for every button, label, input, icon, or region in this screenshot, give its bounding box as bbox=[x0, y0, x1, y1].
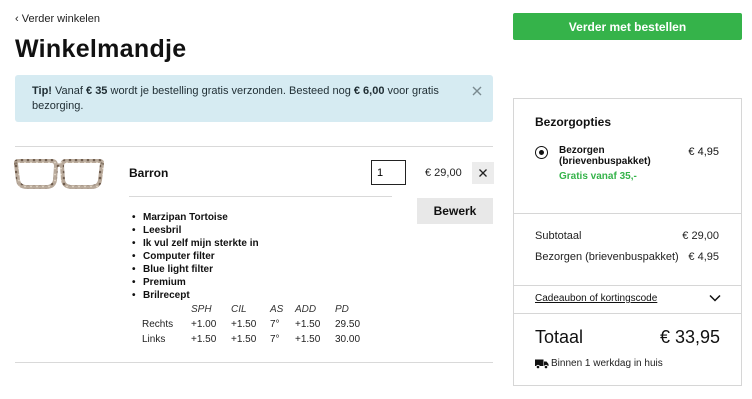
order-summary-panel: Bezorgopties Bezorgen (brievenbuspakket)… bbox=[513, 98, 742, 386]
checkout-button[interactable]: Verder met bestellen bbox=[513, 13, 742, 40]
back-link[interactable]: ‹ Verder winkelen bbox=[15, 13, 100, 25]
shipping-option-label[interactable]: Bezorgen (brievenbuspakket) bbox=[559, 145, 679, 167]
tip-text: Vanaf bbox=[51, 85, 87, 97]
glasses-image bbox=[14, 159, 104, 189]
divider bbox=[514, 285, 741, 286]
product-price: € 29,00 bbox=[425, 167, 462, 179]
divider bbox=[514, 313, 741, 314]
tip-amount-remaining: € 6,00 bbox=[353, 85, 385, 97]
delivery-time: Binnen 1 werkdag in huis bbox=[551, 358, 663, 369]
quantity-input[interactable] bbox=[371, 160, 406, 185]
divider bbox=[514, 213, 741, 214]
page-title: Winkelmandje bbox=[15, 35, 187, 63]
truck-icon bbox=[535, 359, 549, 369]
subtotal-label: Subtotaal bbox=[535, 230, 582, 242]
table-header: SPH bbox=[191, 304, 212, 315]
table-cell: Rechts bbox=[142, 319, 174, 330]
table-header: ADD bbox=[295, 304, 317, 315]
table-cell: +1.50 bbox=[231, 334, 257, 345]
table-cell: +1.50 bbox=[295, 334, 321, 345]
table-cell: +1.50 bbox=[295, 319, 321, 330]
tip-banner: Tip! Vanaf € 35 wordt je bestelling grat… bbox=[15, 75, 493, 122]
table-header-row: SPH CIL AS ADD PD bbox=[142, 302, 360, 317]
product-option: Premium bbox=[131, 276, 259, 289]
product-option: Leesbril bbox=[131, 224, 259, 237]
table-header: PD bbox=[335, 304, 349, 315]
coupon-toggle[interactable]: Cadeaubon of kortingscode bbox=[535, 293, 657, 304]
divider bbox=[15, 146, 493, 147]
shipping-option-price: € 4,95 bbox=[688, 146, 719, 158]
free-shipping-note: Gratis vanaf 35,- bbox=[559, 171, 637, 182]
table-row: Links +1.50 +1.50 7° +1.50 30.00 bbox=[142, 332, 360, 347]
remove-item-button[interactable] bbox=[472, 162, 494, 184]
total-value: € 33,95 bbox=[659, 327, 720, 347]
table-cell: +1.50 bbox=[231, 319, 257, 330]
delivery-cost-value: € 4,95 bbox=[688, 251, 719, 263]
prescription-table: SPH CIL AS ADD PD Rechts +1.00 +1.50 7° … bbox=[142, 302, 360, 347]
table-header: CIL bbox=[231, 304, 247, 315]
table-header: AS bbox=[270, 304, 284, 315]
table-cell: 7° bbox=[270, 334, 280, 345]
delivery-cost-label: Bezorgen (brievenbuspakket) bbox=[535, 251, 679, 263]
product-option: Computer filter bbox=[131, 250, 259, 263]
subtotal-value: € 29,00 bbox=[682, 230, 719, 242]
edit-button[interactable]: Bewerk bbox=[417, 198, 493, 224]
table-header bbox=[142, 302, 191, 317]
close-icon[interactable] bbox=[470, 84, 484, 98]
product-option: Marzipan Tortoise bbox=[131, 211, 259, 224]
table-cell: +1.50 bbox=[191, 334, 217, 345]
table-row: Rechts +1.00 +1.50 7° +1.50 29.50 bbox=[142, 317, 360, 332]
product-option: Brilrecept bbox=[131, 289, 259, 302]
table-cell: 30.00 bbox=[335, 334, 361, 345]
product-option: Blue light filter bbox=[131, 263, 259, 276]
tip-text: wordt je bestelling gratis verzonden. Be… bbox=[107, 85, 354, 97]
total-label: Totaal bbox=[535, 327, 584, 347]
product-name: Barron bbox=[129, 166, 169, 180]
close-icon bbox=[479, 169, 487, 177]
shipping-options-title: Bezorgopties bbox=[535, 115, 612, 129]
chevron-down-icon[interactable] bbox=[709, 294, 721, 302]
tip-lead: Tip! bbox=[32, 85, 52, 97]
table-cell: Links bbox=[142, 334, 166, 345]
table-cell: +1.00 bbox=[191, 319, 217, 330]
divider bbox=[129, 196, 392, 197]
product-option: Ik vul zelf mijn sterkte in bbox=[131, 237, 259, 250]
table-cell: 29.50 bbox=[335, 319, 361, 330]
product-options-list: Marzipan Tortoise Leesbril Ik vul zelf m… bbox=[131, 211, 259, 302]
divider bbox=[15, 362, 493, 363]
tip-amount-threshold: € 35 bbox=[86, 85, 108, 97]
shipping-option-radio[interactable] bbox=[535, 146, 548, 159]
table-cell: 7° bbox=[270, 319, 280, 330]
